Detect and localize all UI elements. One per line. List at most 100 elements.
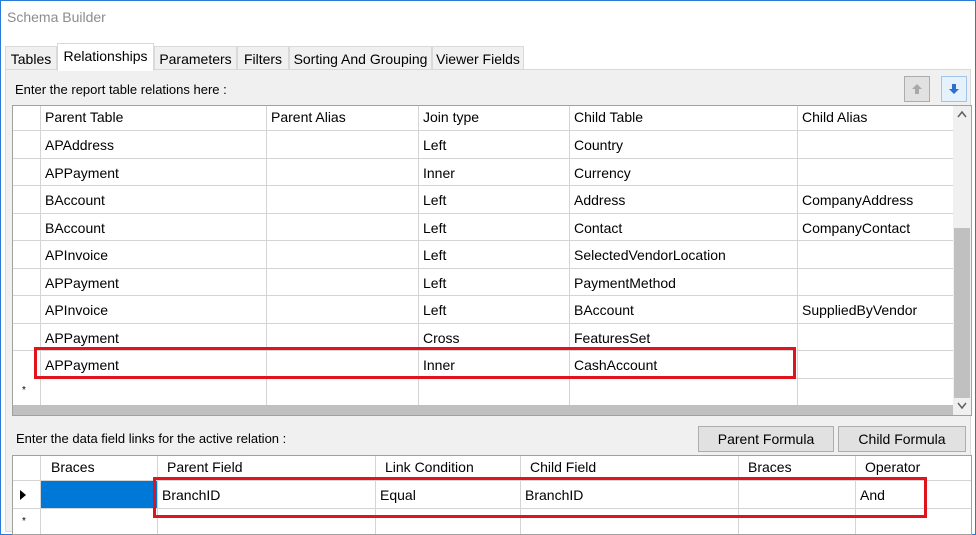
relation-row[interactable]: BAccount Left Contact CompanyContact	[13, 213, 953, 241]
child-alias-cell[interactable]	[798, 351, 953, 378]
child-table-cell[interactable]: SelectedVendorLocation	[570, 241, 798, 268]
parent-table-cell[interactable]: APPayment	[41, 158, 267, 185]
column-header-parent-field[interactable]: Parent Field	[158, 456, 376, 480]
row-header[interactable]	[13, 158, 41, 185]
links-new-row[interactable]: *	[13, 509, 971, 534]
links-row[interactable]: BranchID Equal BranchID And	[13, 481, 971, 509]
new-child-table-cell[interactable]	[570, 378, 798, 405]
relation-row[interactable]: APPayment Cross FeaturesSet	[13, 323, 953, 351]
scroll-thumb[interactable]	[954, 228, 970, 398]
child-table-cell[interactable]: PaymentMethod	[570, 268, 798, 295]
child-table-cell[interactable]: Address	[570, 186, 798, 213]
parent-table-cell[interactable]: BAccount	[41, 213, 267, 240]
braces-open-cell[interactable]	[41, 481, 158, 508]
new-operator-cell[interactable]	[856, 509, 971, 534]
tab-sorting-and-grouping[interactable]: Sorting And Grouping	[289, 46, 432, 70]
tab-relationships[interactable]: Relationships	[57, 43, 154, 71]
parent-alias-cell[interactable]	[267, 158, 419, 185]
column-header-child-table[interactable]: Child Table	[570, 106, 798, 130]
tab-filters[interactable]: Filters	[237, 46, 289, 70]
child-table-cell[interactable]: FeaturesSet	[570, 323, 798, 350]
join-type-cell[interactable]: Left	[419, 131, 570, 158]
column-header-braces-open[interactable]: Braces	[41, 456, 158, 480]
column-header-parent-table[interactable]: Parent Table	[41, 106, 267, 130]
child-alias-cell[interactable]	[798, 241, 953, 268]
child-alias-cell[interactable]	[798, 269, 953, 296]
row-header[interactable]	[13, 268, 41, 295]
relations-new-row[interactable]: *	[13, 378, 953, 406]
child-field-cell[interactable]: BranchID	[521, 481, 739, 508]
join-type-cell[interactable]: Inner	[419, 158, 570, 185]
parent-table-cell[interactable]: APInvoice	[41, 241, 267, 268]
new-child-field-cell[interactable]	[521, 509, 739, 534]
relation-row[interactable]: APInvoice Left SelectedVendorLocation	[13, 241, 953, 269]
move-up-button[interactable]	[904, 76, 930, 102]
column-header-child-field[interactable]: Child Field	[521, 456, 739, 480]
relation-row[interactable]: APPayment Inner Currency	[13, 158, 953, 186]
join-type-cell[interactable]: Left	[419, 186, 570, 213]
child-alias-cell[interactable]: CompanyContact	[798, 214, 953, 241]
join-type-cell[interactable]: Left	[419, 296, 570, 323]
new-child-alias-cell[interactable]	[798, 378, 953, 405]
relation-row[interactable]: APInvoice Left BAccount SuppliedByVendor	[13, 296, 953, 324]
child-table-cell[interactable]: CashAccount	[570, 351, 798, 378]
new-parent-table-cell[interactable]	[41, 378, 267, 405]
relation-row[interactable]: APAddress Left Country	[13, 131, 953, 159]
new-join-type-cell[interactable]	[419, 378, 570, 405]
row-header[interactable]	[13, 186, 41, 213]
tab-parameters[interactable]: Parameters	[154, 46, 237, 70]
new-link-condition-cell[interactable]	[376, 509, 521, 534]
new-braces-open-cell[interactable]	[41, 509, 158, 534]
parent-alias-cell[interactable]	[267, 323, 419, 350]
parent-formula-button[interactable]: Parent Formula	[698, 426, 834, 452]
row-header[interactable]	[13, 131, 41, 158]
parent-alias-cell[interactable]	[267, 213, 419, 240]
column-header-child-alias[interactable]: Child Alias	[798, 106, 953, 130]
tab-viewer-fields[interactable]: Viewer Fields	[432, 46, 524, 70]
join-type-cell[interactable]: Left	[419, 268, 570, 295]
operator-cell[interactable]: And	[856, 481, 971, 508]
column-header-parent-alias[interactable]: Parent Alias	[267, 106, 419, 130]
parent-table-cell[interactable]: APPayment	[41, 323, 267, 350]
column-header-operator[interactable]: Operator	[856, 456, 971, 480]
scroll-up-icon[interactable]	[957, 110, 967, 118]
parent-alias-cell[interactable]	[267, 296, 419, 323]
move-down-button[interactable]	[941, 76, 967, 102]
parent-alias-cell[interactable]	[267, 131, 419, 158]
parent-table-cell[interactable]: APInvoice	[41, 296, 267, 323]
child-alias-cell[interactable]	[798, 324, 953, 351]
child-table-cell[interactable]: Currency	[570, 158, 798, 185]
tab-tables[interactable]: Tables	[5, 46, 57, 70]
parent-alias-cell[interactable]	[267, 351, 419, 378]
relation-row[interactable]: APPayment Inner CashAccount	[13, 351, 953, 379]
new-parent-field-cell[interactable]	[158, 509, 376, 534]
parent-table-cell[interactable]: APPayment	[41, 351, 267, 378]
link-condition-cell[interactable]: Equal	[376, 481, 521, 508]
braces-close-cell[interactable]	[739, 481, 856, 508]
parent-table-cell[interactable]: APAddress	[41, 131, 267, 158]
new-braces-close-cell[interactable]	[739, 509, 856, 534]
parent-alias-cell[interactable]	[267, 186, 419, 213]
parent-table-cell[interactable]: APPayment	[41, 268, 267, 295]
child-formula-button[interactable]: Child Formula	[838, 426, 966, 452]
parent-table-cell[interactable]: BAccount	[41, 186, 267, 213]
relations-vertical-scrollbar[interactable]	[953, 106, 971, 415]
child-alias-cell[interactable]	[798, 159, 953, 186]
relations-horizontal-scrollbar[interactable]	[13, 405, 953, 415]
row-header[interactable]	[13, 351, 41, 378]
row-header[interactable]	[13, 213, 41, 240]
row-header[interactable]	[13, 241, 41, 268]
scroll-down-icon[interactable]	[957, 402, 967, 410]
join-type-cell[interactable]: Left	[419, 241, 570, 268]
parent-field-cell[interactable]: BranchID	[158, 481, 376, 508]
join-type-cell[interactable]: Left	[419, 213, 570, 240]
child-alias-cell[interactable]: CompanyAddress	[798, 186, 953, 213]
relation-row[interactable]: BAccount Left Address CompanyAddress	[13, 186, 953, 214]
child-table-cell[interactable]: BAccount	[570, 296, 798, 323]
parent-alias-cell[interactable]	[267, 241, 419, 268]
child-alias-cell[interactable]: SuppliedByVendor	[798, 296, 953, 323]
join-type-cell[interactable]: Inner	[419, 351, 570, 378]
relation-row[interactable]: APPayment Left PaymentMethod	[13, 268, 953, 296]
new-parent-alias-cell[interactable]	[267, 378, 419, 405]
row-header[interactable]	[13, 323, 41, 350]
